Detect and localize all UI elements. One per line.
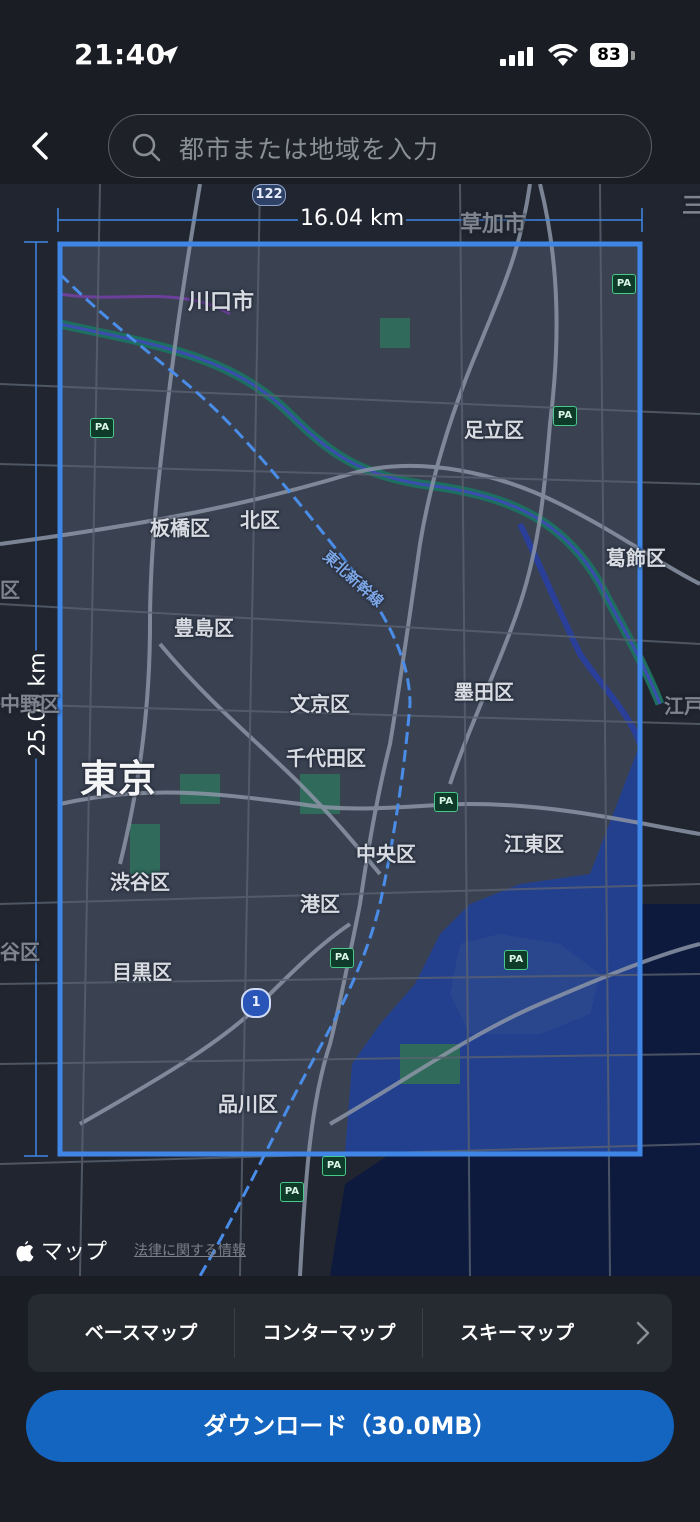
- map-label-shinagawa: 品川区: [218, 1092, 278, 1116]
- pa-badge: PA: [280, 1182, 304, 1202]
- route-shield-122: 122: [252, 184, 286, 206]
- map-label-toshima: 豊島区: [174, 616, 234, 640]
- map-label-tokyo: 東京: [80, 757, 157, 801]
- map-label-soka: 草加市: [460, 212, 527, 237]
- apple-logo-icon: [16, 1241, 34, 1262]
- map-label-minato: 港区: [300, 892, 340, 916]
- layer-tabs: ベースマップ コンターマップ スキーマップ: [28, 1294, 672, 1372]
- pa-badge: PA: [504, 950, 528, 970]
- map-label-kita: 北区: [240, 508, 280, 532]
- pa-badge: PA: [553, 406, 577, 426]
- tab-divider: [422, 1308, 423, 1358]
- map-label-kawaguchi: 川口市: [188, 290, 255, 315]
- legal-link[interactable]: 法律に関する情報: [134, 1240, 246, 1260]
- map-label-adachi: 足立区: [464, 418, 524, 442]
- map-label-left-edge-3: 谷区: [0, 940, 40, 964]
- search-input[interactable]: 都市または地域を入力: [108, 114, 652, 178]
- search-placeholder: 都市または地域を入力: [179, 135, 440, 164]
- download-button[interactable]: ダウンロード（30.0MB）: [26, 1390, 674, 1462]
- pa-badge: PA: [330, 948, 354, 968]
- map-view[interactable]: 16.04 km 25.00 km 122 1 草加市 三 川口市 足立区 板橋…: [0, 184, 700, 1276]
- status-bar: 21:40 83: [0, 0, 700, 110]
- pa-badge: PA: [434, 792, 458, 812]
- map-label-chiyoda: 千代田区: [286, 746, 366, 770]
- map-label-right-top: 三: [682, 194, 700, 219]
- route-shield-1: 1: [241, 988, 271, 1018]
- map-base: [0, 184, 700, 1276]
- signal-icon: [500, 47, 533, 66]
- search-icon: [132, 133, 161, 162]
- map-label-bunkyo: 文京区: [290, 692, 350, 716]
- pa-badge: PA: [322, 1156, 346, 1176]
- back-button[interactable]: [20, 126, 60, 166]
- location-arrow-icon: [160, 46, 178, 64]
- map-label-katsushika: 葛飾区: [606, 546, 666, 570]
- maps-attribution: マップ: [16, 1234, 107, 1266]
- pa-badge: PA: [612, 274, 636, 294]
- pa-badge: PA: [90, 418, 114, 438]
- tab-ski-map[interactable]: スキーマップ: [424, 1294, 610, 1372]
- clock: 21:40: [74, 38, 166, 71]
- tab-base-map[interactable]: ベースマップ: [48, 1294, 234, 1372]
- wifi-icon: [548, 44, 578, 66]
- map-label-chuo: 中央区: [356, 842, 416, 866]
- map-label-koto: 江東区: [504, 832, 564, 856]
- header: 都市または地域を入力: [0, 110, 700, 184]
- map-label-left-edge-2: 中野区: [0, 692, 60, 716]
- tab-contour-map[interactable]: コンターマップ: [236, 1294, 422, 1372]
- chevron-right-icon[interactable]: [634, 1320, 652, 1346]
- map-label-left-edge-1: 区: [0, 578, 20, 602]
- map-label-edogawa: 江戸: [664, 694, 700, 718]
- battery-indicator: 83: [590, 43, 628, 67]
- battery-nub: [631, 51, 635, 60]
- tab-divider: [234, 1308, 235, 1358]
- maps-attribution-label: マップ: [41, 1240, 108, 1265]
- map-label-sumida: 墨田区: [454, 680, 514, 704]
- map-label-shibuya: 渋谷区: [110, 870, 170, 894]
- map-label-itabashi: 板橋区: [150, 516, 210, 540]
- map-label-meguro: 目黒区: [112, 960, 172, 984]
- width-dimension-label: 16.04 km: [298, 206, 407, 231]
